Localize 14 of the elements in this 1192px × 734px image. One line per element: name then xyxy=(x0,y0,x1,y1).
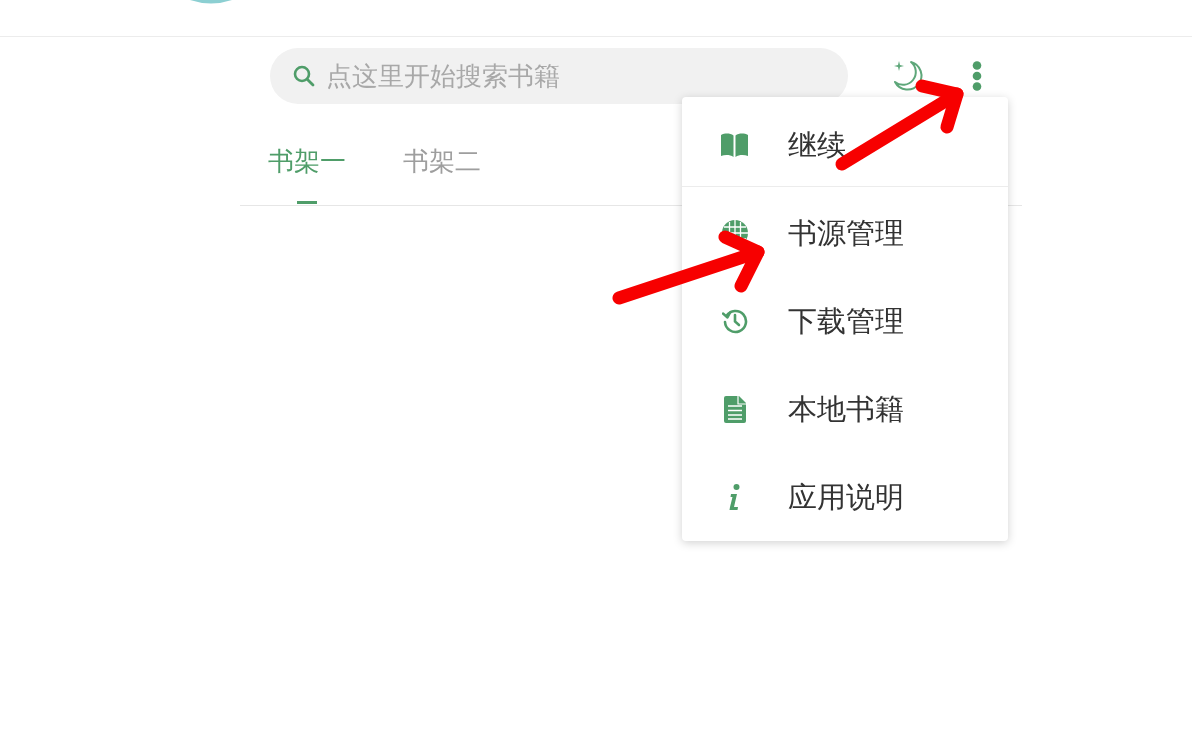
menu-item[interactable]: 本地书籍 xyxy=(682,365,1008,453)
menu-item[interactable]: 继续 xyxy=(682,107,1008,183)
info-icon xyxy=(728,484,741,510)
book-icon xyxy=(721,133,748,157)
more-vertical-icon xyxy=(972,61,982,91)
circle-edge-icon xyxy=(190,0,232,4)
menu-item[interactable]: 书源管理 xyxy=(682,189,1008,277)
search-icon xyxy=(293,65,315,87)
history-icon xyxy=(721,308,748,334)
document-icon xyxy=(723,395,746,423)
menu-item[interactable]: 应用说明 xyxy=(682,453,1008,541)
menu-item[interactable]: 下载管理 xyxy=(682,277,1008,365)
search-field[interactable]: 点这里开始搜索书籍 xyxy=(270,48,848,104)
tab-indicator xyxy=(297,201,317,204)
